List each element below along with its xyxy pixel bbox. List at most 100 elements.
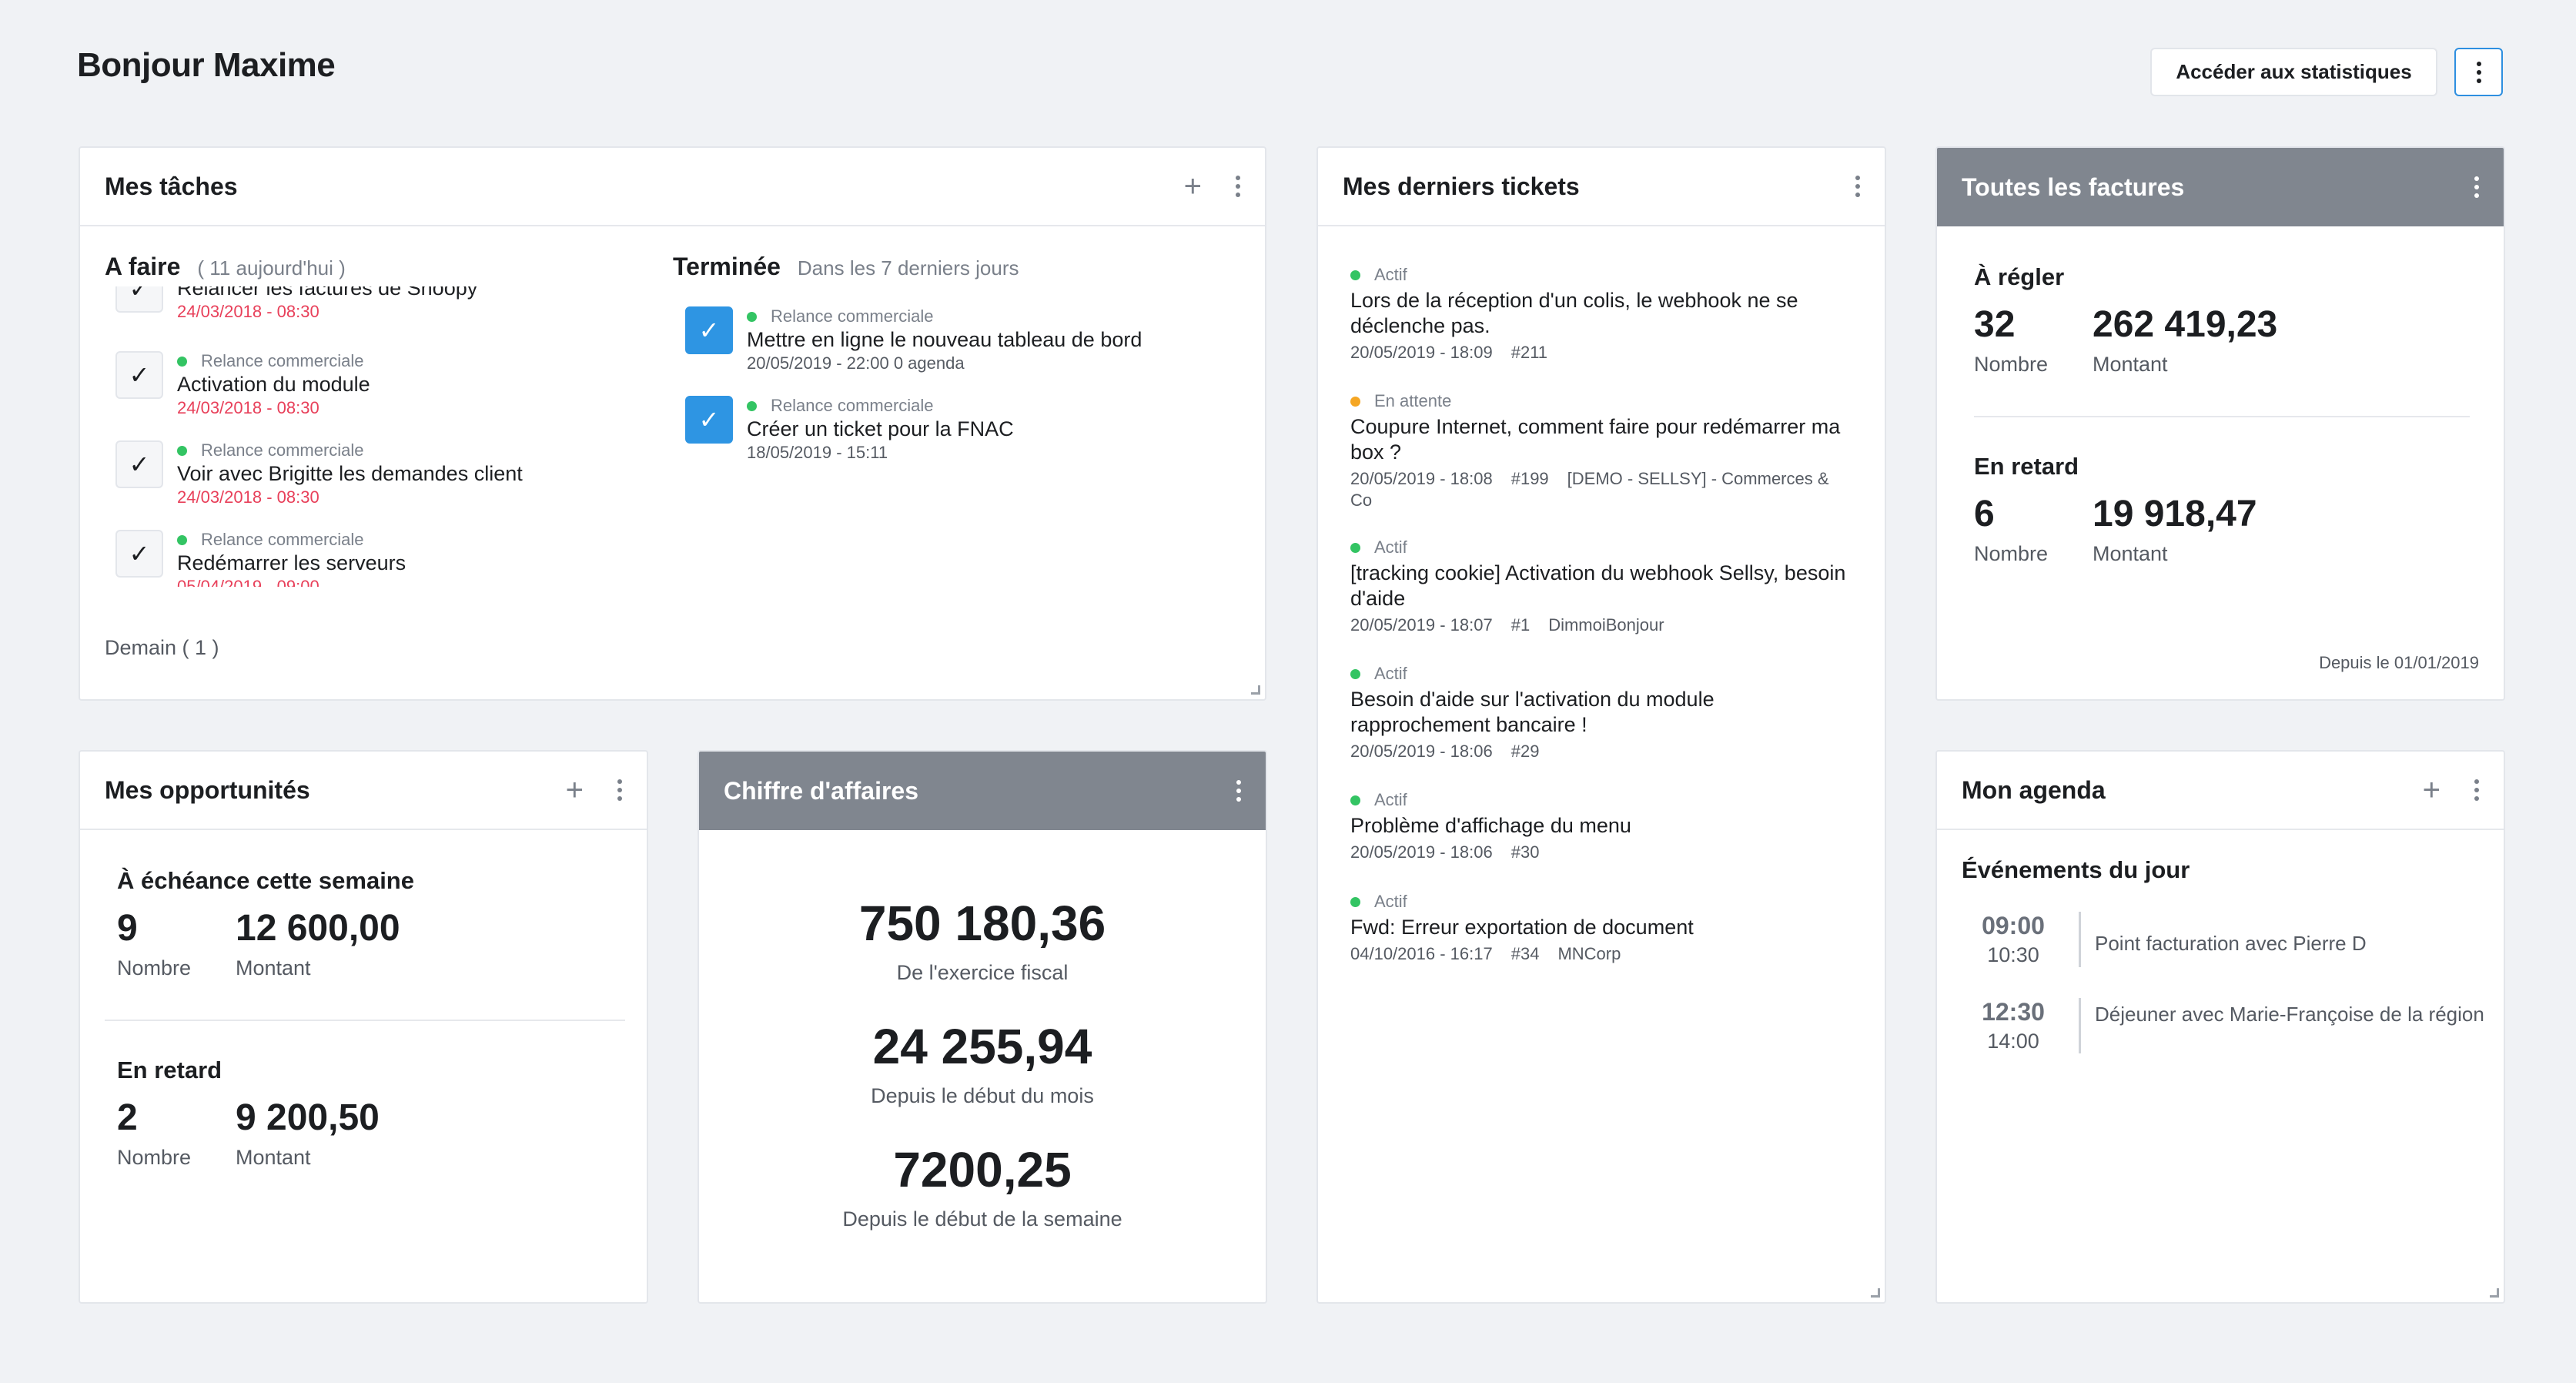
task-due: 24/03/2018 - 08:30 xyxy=(177,302,319,321)
ticket-desc: Besoin d'aide sur l'activation du module… xyxy=(1350,688,1715,736)
opportunities-card: Mes opportunités + À échéance cette sema… xyxy=(79,750,648,1304)
fiscal-label: De l'exercice fiscal xyxy=(896,961,1069,984)
task-item[interactable]: ✓ Relancer les factures de Snoopy 24/03/… xyxy=(115,286,477,322)
event-start: 09:00 xyxy=(1982,912,2045,939)
count-label: Nombre xyxy=(1974,542,2049,565)
ticket-item[interactable]: Actif Problème d'affichage du menu 20/05… xyxy=(1350,790,1851,863)
late-heading: En retard xyxy=(117,1057,222,1083)
page-title: Bonjour Maxime xyxy=(77,46,336,84)
event-title: Déjeuner avec Marie-Françoise de la régi… xyxy=(2095,1003,2484,1026)
ticket-status: Actif xyxy=(1374,537,1407,557)
check-icon[interactable]: ✓ xyxy=(115,440,163,488)
task-item[interactable]: ✓ Relance commerciale Voir avec Brigitte… xyxy=(115,440,523,507)
opportunities-card-title: Mes opportunités xyxy=(105,775,310,804)
more-vertical-icon[interactable] xyxy=(2474,176,2479,198)
status-dot xyxy=(1350,270,1360,280)
todo-heading-row: A faire ( 11 aujourd'hui ) xyxy=(105,253,346,281)
task-item[interactable]: ✓ Relance commerciale Redémarrer les ser… xyxy=(115,530,406,587)
late-amount: 19 918,47 xyxy=(2093,494,2257,534)
stats-button[interactable]: Accéder aux statistiques xyxy=(2150,48,2437,96)
status-dot xyxy=(177,534,187,545)
revenue-card: Chiffre d'affaires 750 180,36 De l'exerc… xyxy=(698,750,1267,1304)
count-label: Nombre xyxy=(117,1146,192,1169)
more-vertical-icon[interactable] xyxy=(1236,780,1241,802)
ticket-item[interactable]: Actif Besoin d'aide sur l'activation du … xyxy=(1350,664,1851,762)
check-icon[interactable]: ✓ xyxy=(115,286,163,313)
plus-icon[interactable]: + xyxy=(566,775,584,805)
late-count: 6 xyxy=(1974,494,1995,534)
ticket-item[interactable]: Actif [tracking cookie] Activation du we… xyxy=(1350,537,1851,636)
week-amount: 12 600,00 xyxy=(236,908,400,949)
to-pay-count: 32 xyxy=(1974,304,2016,345)
status-dot xyxy=(1350,396,1360,407)
agenda-card-header: Mon agenda + xyxy=(1937,752,2504,830)
tickets-card-header: Mes derniers tickets xyxy=(1318,148,1885,226)
status-dot xyxy=(747,311,757,322)
event-item[interactable]: 09:00 10:30 Point facturation avec Pierr… xyxy=(1955,912,2495,967)
resize-handle-icon[interactable] xyxy=(1871,1288,1880,1298)
week-count: 9 xyxy=(117,908,138,949)
divider xyxy=(105,1020,625,1021)
week-heading: À échéance cette semaine xyxy=(117,867,414,894)
ticket-meta: 04/10/2016 - 16:17 #34 MNCorp xyxy=(1350,944,1621,963)
more-options-button[interactable] xyxy=(2454,48,2503,96)
ticket-status: Actif xyxy=(1374,664,1407,683)
ticket-status: En attente xyxy=(1374,391,1452,410)
ticket-meta: 20/05/2019 - 18:07 #1 DimmoiBonjour xyxy=(1350,615,1664,635)
resize-handle-icon[interactable] xyxy=(2490,1288,2499,1298)
ticket-desc: Fwd: Erreur exportation de document xyxy=(1350,916,1694,939)
ticket-item[interactable]: Actif Fwd: Erreur exportation de documen… xyxy=(1350,892,1851,965)
ticket-status: Actif xyxy=(1374,790,1407,809)
tomorrow-link[interactable]: Demain ( 1 ) xyxy=(105,636,219,660)
late-heading: En retard xyxy=(1974,453,2079,480)
plus-icon[interactable]: + xyxy=(2423,775,2441,805)
ticket-meta: 20/05/2019 - 18:09 #211 xyxy=(1350,343,1548,362)
agenda-card-title: Mon agenda xyxy=(1962,775,2106,804)
task-item-done[interactable]: ✓ Relance commerciale Mettre en ligne le… xyxy=(685,306,1142,373)
task-title: Mettre en ligne le nouveau tableau de bo… xyxy=(747,328,1142,351)
late-count: 2 xyxy=(117,1097,138,1138)
status-dot xyxy=(1350,668,1360,679)
amount-label: Montant xyxy=(236,956,311,979)
resize-handle-icon[interactable] xyxy=(1251,685,1260,695)
more-vertical-icon[interactable] xyxy=(1236,176,1240,197)
more-vertical-icon[interactable] xyxy=(617,779,622,801)
status-dot xyxy=(1350,795,1360,805)
fiscal-value: 750 180,36 xyxy=(858,896,1106,951)
plus-icon[interactable]: + xyxy=(1184,171,1202,202)
todo-list: ✓ Relancer les factures de Snoopy 24/03/… xyxy=(105,286,644,587)
task-item[interactable]: ✓ Relance commerciale Activation du modu… xyxy=(115,351,370,418)
check-icon[interactable]: ✓ xyxy=(115,530,163,578)
amount-label: Montant xyxy=(236,1146,311,1169)
task-category: Relance commerciale xyxy=(201,530,364,549)
more-vertical-icon[interactable] xyxy=(1855,176,1860,197)
month-label: Depuis le début du mois xyxy=(871,1084,1094,1107)
done-heading-row: Terminée Dans les 7 derniers jours xyxy=(673,253,1019,281)
invoices-card-header: Toutes les factures xyxy=(1937,148,2504,226)
opportunities-card-header: Mes opportunités + xyxy=(80,752,647,830)
status-dot xyxy=(177,356,187,367)
check-icon[interactable]: ✓ xyxy=(115,351,163,399)
done-heading: Terminée xyxy=(673,253,781,280)
event-start: 12:30 xyxy=(1982,998,2045,1026)
todo-heading: A faire xyxy=(105,253,181,280)
ticket-meta: 20/05/2019 - 18:08 #199 [DEMO - SELLSY] - … xyxy=(1350,469,1829,510)
check-icon[interactable]: ✓ xyxy=(685,306,733,354)
more-vertical-icon[interactable] xyxy=(2474,779,2479,801)
ticket-desc: Coupure Internet, comment faire pour red… xyxy=(1350,415,1841,464)
tasks-card-title: Mes tâches xyxy=(105,172,238,200)
check-icon[interactable]: ✓ xyxy=(685,396,733,444)
task-due: 20/05/2019 - 22:00 0 agenda xyxy=(747,353,965,373)
ticket-item[interactable]: Actif Lors de la réception d'un colis, l… xyxy=(1350,265,1851,363)
ticket-desc: [tracking cookie] Activation du webhook … xyxy=(1350,561,1846,610)
task-title: Voir avec Brigitte les demandes client xyxy=(177,462,523,485)
invoices-card: Toutes les factures À régler 32 262 419,… xyxy=(1935,146,2505,701)
invoices-card-title: Toutes les factures xyxy=(1962,172,2185,201)
tickets-card: Mes derniers tickets Actif Lors de la ré… xyxy=(1316,146,1886,1304)
ticket-desc: Lors de la réception d'un colis, le webh… xyxy=(1350,289,1798,337)
ticket-item[interactable]: En attente Coupure Internet, comment fai… xyxy=(1350,391,1851,511)
task-item-done[interactable]: ✓ Relance commerciale Créer un ticket po… xyxy=(685,396,1014,463)
event-item[interactable]: 12:30 14:00 Déjeuner avec Marie-François… xyxy=(1955,998,2495,1053)
week-value: 7200,25 xyxy=(893,1142,1072,1197)
task-category: Relance commerciale xyxy=(201,351,364,370)
